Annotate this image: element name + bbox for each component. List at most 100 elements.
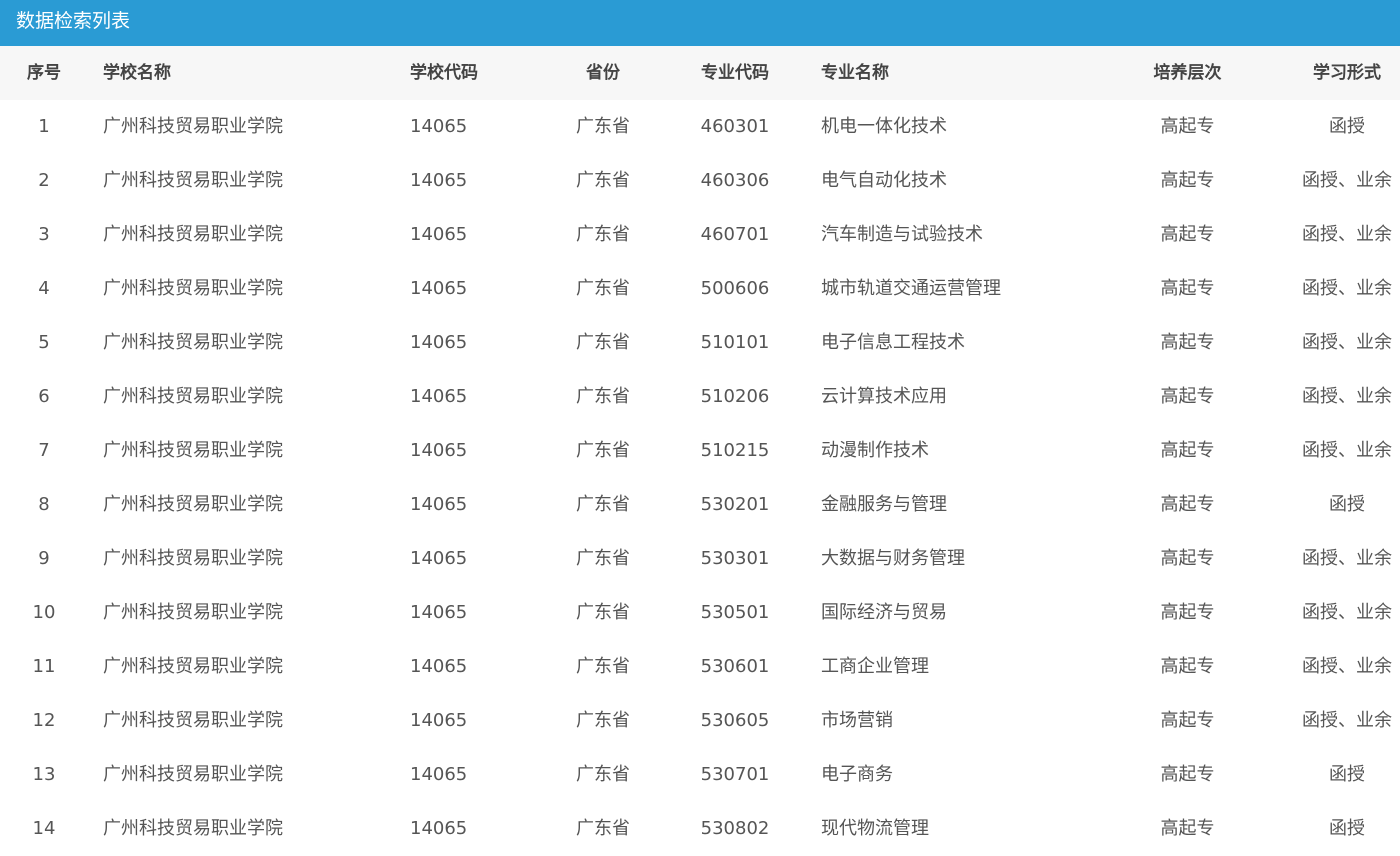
cell-level: 高起专: [1160, 170, 1215, 191]
cell-province: 广东省: [576, 656, 630, 677]
cell-school-code: 14065: [410, 656, 468, 677]
cell-level: 高起专: [1160, 656, 1215, 677]
table-row: 1 广州科技贸易职业学院 14065 广东省 460301 机电一体化技术 高起专 函授: [0, 100, 1400, 154]
cell-major-code: 460301: [700, 116, 770, 137]
cell-no: 12: [32, 710, 56, 731]
header-no: 序号: [27, 63, 61, 83]
cell-study-form: 函授、业余: [1302, 710, 1392, 731]
cell-school-name: 广州科技贸易职业学院: [103, 494, 283, 515]
page-title: 数据检索列表: [0, 0, 1400, 46]
cell-study-form: 函授、业余: [1302, 656, 1392, 677]
cell-major-name: 电子商务: [821, 764, 893, 785]
cell-level: 高起专: [1160, 818, 1215, 839]
header-province: 省份: [586, 63, 620, 83]
cell-major-code: 510101: [700, 332, 770, 353]
cell-study-form: 函授、业余: [1302, 278, 1392, 299]
cell-school-code: 14065: [410, 116, 468, 137]
table-row: 4 广州科技贸易职业学院 14065 广东省 500606 城市轨道交通运营管理 高起专 函授…: [0, 262, 1400, 316]
table-row: 10 广州科技贸易职业学院 14065 广东省 530501 国际经济与贸易 高起专 函授、业…: [0, 586, 1400, 640]
cell-level: 高起专: [1160, 278, 1215, 299]
cell-no: 14: [32, 818, 56, 839]
header-school-name: 学校名称: [103, 63, 171, 83]
header-school-code: 学校代码: [410, 63, 478, 83]
cell-study-form: 函授、业余: [1302, 332, 1392, 353]
cell-study-form: 函授、业余: [1302, 386, 1392, 407]
cell-major-code: 460306: [700, 170, 770, 191]
cell-major-code: 530605: [700, 710, 770, 731]
table-row: 6 广州科技贸易职业学院 14065 广东省 510206 云计算技术应用 高起专 函授、业余: [0, 370, 1400, 424]
cell-study-form: 函授、业余: [1302, 602, 1392, 623]
cell-major-name: 云计算技术应用: [821, 386, 947, 407]
cell-level: 高起专: [1160, 764, 1215, 785]
cell-no: 7: [38, 440, 50, 461]
cell-province: 广东省: [576, 278, 630, 299]
cell-school-name: 广州科技贸易职业学院: [103, 224, 283, 245]
table-row: 5 广州科技贸易职业学院 14065 广东省 510101 电子信息工程技术 高起专 函授、业…: [0, 316, 1400, 370]
header-major-name: 专业名称: [821, 63, 889, 83]
cell-level: 高起专: [1160, 494, 1215, 515]
cell-major-name: 电子信息工程技术: [821, 332, 965, 353]
cell-school-name: 广州科技贸易职业学院: [103, 764, 283, 785]
cell-no: 10: [32, 602, 56, 623]
cell-province: 广东省: [576, 764, 630, 785]
cell-no: 3: [38, 224, 50, 245]
cell-major-code: 500606: [700, 278, 770, 299]
cell-level: 高起专: [1160, 710, 1215, 731]
cell-major-code: 510206: [700, 386, 770, 407]
cell-major-name: 机电一体化技术: [821, 116, 947, 137]
data-table: 序号 学校名称 学校代码 省份 专业代码 专业名称 培养层次 学习形式 1 广州科…: [0, 46, 1400, 856]
cell-province: 广东省: [576, 818, 630, 839]
cell-level: 高起专: [1160, 224, 1215, 245]
cell-school-code: 14065: [410, 386, 468, 407]
cell-no: 1: [38, 116, 50, 137]
cell-province: 广东省: [576, 332, 630, 353]
cell-no: 6: [38, 386, 50, 407]
cell-province: 广东省: [576, 224, 630, 245]
cell-level: 高起专: [1160, 116, 1215, 137]
cell-school-name: 广州科技贸易职业学院: [103, 440, 283, 461]
cell-major-name: 现代物流管理: [821, 818, 929, 839]
table-body: 1 广州科技贸易职业学院 14065 广东省 460301 机电一体化技术 高起专 函授 2 广州…: [0, 100, 1400, 856]
cell-major-name: 国际经济与贸易: [821, 602, 947, 623]
cell-province: 广东省: [576, 386, 630, 407]
cell-school-code: 14065: [410, 602, 468, 623]
cell-province: 广东省: [576, 602, 630, 623]
cell-major-code: 460701: [700, 224, 770, 245]
cell-province: 广东省: [576, 494, 630, 515]
cell-study-form: 函授、业余: [1302, 548, 1392, 569]
cell-no: 4: [38, 278, 50, 299]
cell-study-form: 函授、业余: [1302, 170, 1392, 191]
cell-major-name: 大数据与财务管理: [821, 548, 965, 569]
cell-study-form: 函授、业余: [1302, 224, 1392, 245]
table-row: 7 广州科技贸易职业学院 14065 广东省 510215 动漫制作技术 高起专 函授、业余: [0, 424, 1400, 478]
cell-level: 高起专: [1160, 332, 1215, 353]
table-header-row: 序号 学校名称 学校代码 省份 专业代码 专业名称 培养层次 学习形式: [0, 46, 1400, 100]
cell-study-form: 函授: [1329, 116, 1365, 137]
cell-school-name: 广州科技贸易职业学院: [103, 710, 283, 731]
cell-major-name: 汽车制造与试验技术: [821, 224, 983, 245]
cell-major-code: 510215: [700, 440, 770, 461]
cell-school-name: 广州科技贸易职业学院: [103, 116, 283, 137]
cell-school-code: 14065: [410, 224, 468, 245]
cell-school-name: 广州科技贸易职业学院: [103, 170, 283, 191]
cell-school-name: 广州科技贸易职业学院: [103, 386, 283, 407]
cell-school-code: 14065: [410, 818, 468, 839]
cell-school-name: 广州科技贸易职业学院: [103, 278, 283, 299]
cell-no: 9: [38, 548, 50, 569]
cell-no: 13: [32, 764, 56, 785]
cell-school-name: 广州科技贸易职业学院: [103, 602, 283, 623]
cell-major-code: 530501: [700, 602, 770, 623]
header-level: 培养层次: [1153, 63, 1222, 83]
table-row: 14 广州科技贸易职业学院 14065 广东省 530802 现代物流管理 高起专 函授: [0, 802, 1400, 856]
cell-major-code: 530301: [700, 548, 770, 569]
cell-province: 广东省: [576, 170, 630, 191]
cell-study-form: 函授、业余: [1302, 440, 1392, 461]
cell-school-code: 14065: [410, 170, 468, 191]
cell-school-code: 14065: [410, 278, 468, 299]
cell-study-form: 函授: [1329, 818, 1365, 839]
table-row: 2 广州科技贸易职业学院 14065 广东省 460306 电气自动化技术 高起专 函授、业余: [0, 154, 1400, 208]
cell-major-name: 电气自动化技术: [821, 170, 947, 191]
table-row: 8 广州科技贸易职业学院 14065 广东省 530201 金融服务与管理 高起专 函授: [0, 478, 1400, 532]
cell-school-code: 14065: [410, 710, 468, 731]
cell-province: 广东省: [576, 548, 630, 569]
